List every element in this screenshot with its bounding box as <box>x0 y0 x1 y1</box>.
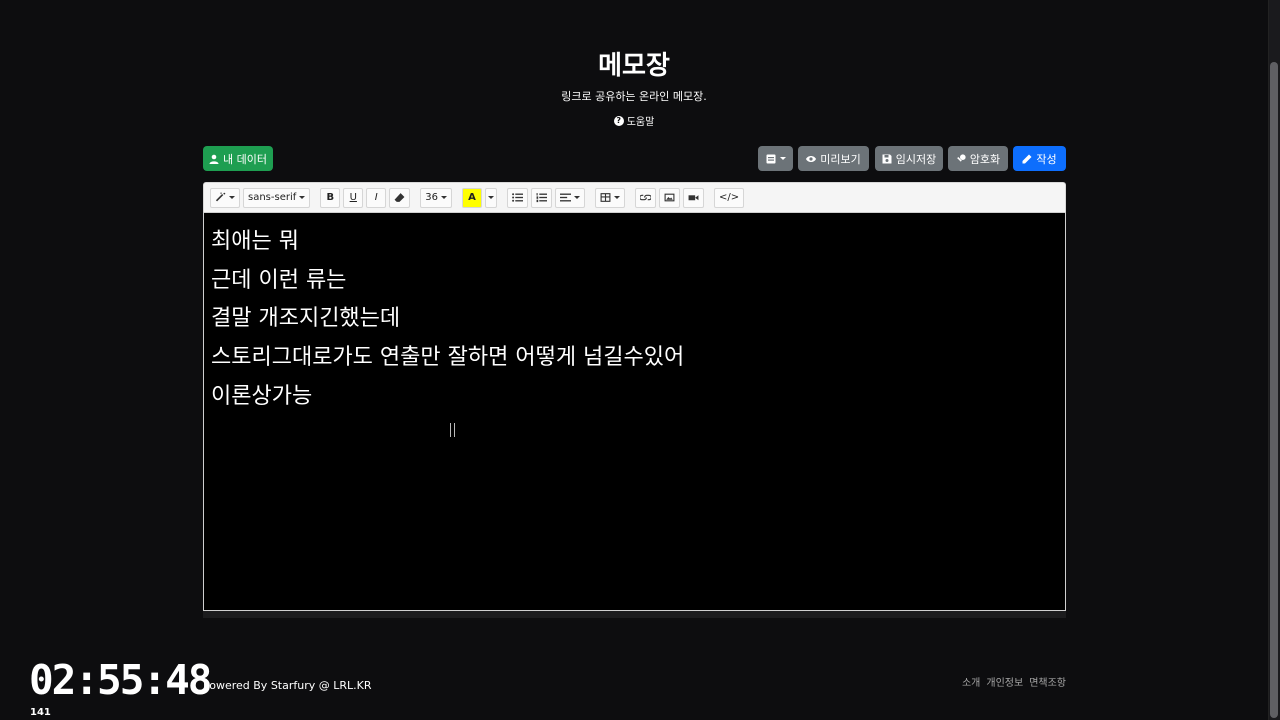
italic-button[interactable]: I <box>366 187 387 208</box>
link-icon <box>640 194 652 201</box>
save-temp-button[interactable]: 임시저장 <box>875 146 943 171</box>
list-icon <box>512 193 524 202</box>
help-link[interactable]: ? 도움말 <box>613 113 655 128</box>
editor-resize-handle[interactable] <box>203 611 1066 618</box>
style-dropdown[interactable] <box>210 187 240 208</box>
font-size-value: 36 <box>425 192 439 203</box>
bold-glyph: B <box>326 192 335 203</box>
paragraph-align-dropdown[interactable] <box>555 187 586 208</box>
underline-glyph: U <box>349 192 357 203</box>
caret-down-icon <box>299 196 306 199</box>
memo-editor[interactable]: 최애는 뭐 근데 이런 류는 결말 개조지긴했는데 스토리그대로가도 연출만 잘… <box>203 212 1066 611</box>
counter-value: 141 <box>30 707 51 718</box>
insert-video-button[interactable] <box>683 187 705 208</box>
save-temp-label: 임시저장 <box>895 152 937 166</box>
footer-link-disclaimer[interactable]: 면책조항 <box>1029 674 1066 689</box>
editor-line: 결말 개조지긴했는데 <box>211 306 401 332</box>
caret-down-icon <box>614 196 621 199</box>
editor-line: 최애는 뭐 <box>211 229 299 254</box>
highlight-color-button[interactable]: A <box>462 187 483 208</box>
highlight-glyph: A <box>468 192 476 203</box>
font-family-value: sans-serif <box>248 192 297 203</box>
caret-down-icon <box>229 196 235 199</box>
preview-label: 미리보기 <box>820 152 861 166</box>
my-data-button[interactable]: 내 데이터 <box>203 146 273 171</box>
footer-link-privacy[interactable]: 개인정보 <box>986 674 1023 689</box>
insert-image-button[interactable] <box>659 187 681 208</box>
underline-button[interactable]: U <box>343 187 364 208</box>
my-data-label: 내 데이터 <box>223 152 267 166</box>
caret-down-icon <box>574 196 581 199</box>
editor-line: 근데 이런 류는 <box>211 267 347 293</box>
powered-by-text: Powered By Starfury @ LRL.KR <box>203 679 372 692</box>
magic-wand-icon <box>215 192 226 202</box>
insert-link-button[interactable] <box>635 187 657 208</box>
help-label: 도움말 <box>626 117 655 128</box>
question-icon: ? <box>613 115 624 126</box>
page-title: 메모장 <box>598 51 670 81</box>
page-header: 메모장 링크로 공유하는 온라인 메모장. ? 도움말 <box>0 46 1268 128</box>
font-size-dropdown[interactable]: 36 <box>420 187 453 208</box>
write-button[interactable]: 작성 <box>1013 146 1066 171</box>
write-label: 작성 <box>1036 152 1057 166</box>
color-dropdown[interactable] <box>485 187 498 208</box>
scrollbar-thumb[interactable] <box>1270 62 1278 718</box>
encrypt-label: 암호화 <box>969 152 1001 166</box>
footer-links: 소개 개인정보 면책조항 <box>962 674 1066 689</box>
editor-line: 스토리그대로가도 연출만 잘하면 어떻게 넘길수있어 <box>211 345 685 371</box>
editor-toolbar: sans-serif B U I 36 A </> <box>203 182 1066 212</box>
memo-menu-button[interactable] <box>758 146 793 171</box>
ordered-list-icon <box>536 193 548 203</box>
caret-down-icon <box>441 196 448 199</box>
floppy-icon <box>882 154 892 163</box>
unordered-list-button[interactable] <box>507 187 529 208</box>
memo-icon <box>766 154 775 163</box>
encrypt-button[interactable]: 암호화 <box>948 146 1008 171</box>
code-glyph: </> <box>719 192 740 203</box>
table-icon <box>600 193 611 202</box>
text-cursor-icon <box>450 423 455 437</box>
caret-down-icon <box>488 196 495 199</box>
table-dropdown[interactable] <box>595 187 626 208</box>
user-icon <box>209 154 219 164</box>
footer-link-about[interactable]: 소개 <box>962 674 980 689</box>
page-scrollbar[interactable] <box>1268 0 1280 720</box>
chevron-down-icon <box>779 157 786 160</box>
italic-glyph: I <box>374 192 378 203</box>
video-icon <box>688 195 699 201</box>
image-icon <box>664 193 675 202</box>
preview-button[interactable]: 미리보기 <box>798 146 869 171</box>
eraser-icon <box>394 193 405 202</box>
key-icon <box>956 153 966 162</box>
clock-display: 02:55:48 <box>29 656 212 704</box>
align-left-icon <box>560 193 572 202</box>
font-family-dropdown[interactable]: sans-serif <box>243 187 311 208</box>
pencil-icon <box>1022 154 1032 163</box>
editor-line: 이론상가능 <box>211 383 313 409</box>
ordered-list-button[interactable] <box>531 187 553 208</box>
code-view-button[interactable]: </> <box>714 187 745 208</box>
clear-format-button[interactable] <box>389 187 411 208</box>
eye-icon <box>806 155 817 162</box>
bold-button[interactable]: B <box>320 187 341 208</box>
page-subtitle: 링크로 공유하는 온라인 메모장. <box>561 90 707 103</box>
